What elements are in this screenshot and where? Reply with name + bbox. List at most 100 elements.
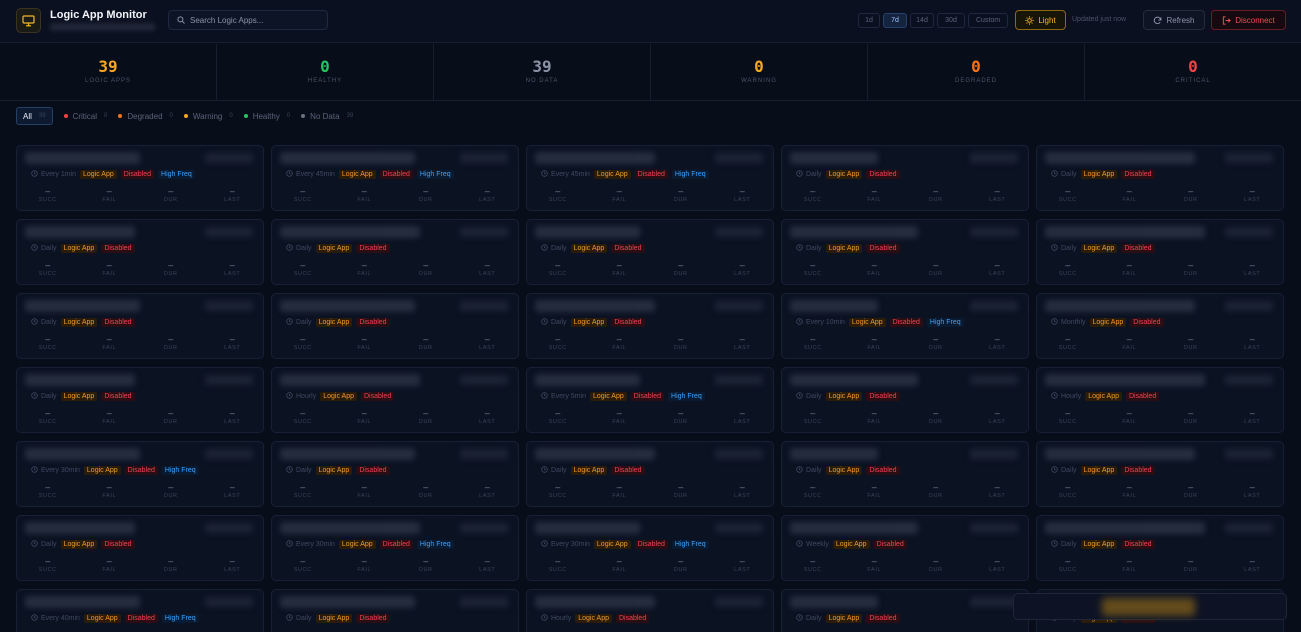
card-metrics: –SUCC–FAIL–DUR–LAST (17, 334, 263, 352)
logic-app-card[interactable]: DailyLogic AppDisabled–SUCC–FAIL–DUR–LAS… (1036, 219, 1284, 285)
metric-value: – (361, 408, 367, 418)
app-meta-redacted (970, 597, 1018, 607)
logic-app-card[interactable]: Every 30min Logic App Disabled High Freq – SU… (271, 515, 519, 581)
logic-app-card[interactable]: DailyLogic AppDisabled–SUCC–FAIL–DUR–LAS… (271, 589, 519, 632)
card-tags: Hourly Logic App Disabled (286, 392, 395, 401)
metric-value: – (423, 334, 429, 344)
schedule-label: Daily (551, 319, 567, 326)
metric: –FAIL (334, 556, 396, 574)
logic-app-card[interactable]: Every 10min Logic App Disabled High Freq – SU… (781, 293, 1029, 359)
logic-app-card[interactable]: DailyLogic AppDisabled–SUCC–FAIL–DUR–LAS… (16, 515, 264, 581)
theme-toggle-button[interactable]: Light (1015, 10, 1066, 30)
clock-icon (541, 170, 548, 179)
filter-all[interactable]: All 39 (16, 107, 53, 125)
logic-app-card[interactable]: Every 40minLogic AppDisabledHigh Freq–SU… (16, 589, 264, 632)
logic-app-card[interactable]: DailyLogic AppDisabled–SUCC–FAIL–DUR–LAS… (1036, 515, 1284, 581)
refresh-button[interactable]: Refresh (1143, 10, 1205, 30)
metric-value: – (300, 556, 306, 566)
logic-app-card[interactable]: DailyLogic AppDisabled–SUCC–FAIL–DUR–LAS… (16, 219, 264, 285)
logic-app-card[interactable]: Every 45min Logic App Disabled High Freq – SU… (271, 145, 519, 211)
app-meta-redacted (970, 375, 1018, 385)
logic-app-card[interactable]: HourlyLogic AppDisabled–SUCC–FAIL–DUR–LA… (1036, 367, 1284, 433)
metric: –SUCC (272, 187, 334, 204)
metric-value: – (45, 408, 51, 418)
metric: –FAIL (1099, 187, 1161, 204)
card-tags: DailyLogic AppDisabled (1051, 170, 1155, 179)
tag-logic-app: Logic App (1080, 244, 1118, 253)
tag-disabled: Disabled (356, 318, 390, 327)
metric: –DUR (140, 335, 202, 352)
logic-app-card[interactable]: DailyLogic AppDisabled–SUCC–FAIL–DUR–LAS… (1036, 441, 1284, 507)
logic-app-card[interactable]: Every 1min Logic App Disabled High Freq – SUC… (16, 145, 264, 211)
logic-app-card[interactable]: Every 45min Logic App Disabled High Freq – SU… (526, 145, 774, 211)
metric-value: – (229, 260, 235, 270)
logic-app-card[interactable]: Monthly Logic App Disabled – SUCC – FAIL – DUR – L… (1036, 293, 1284, 359)
logic-app-card[interactable]: DailyLogic AppDisabled–SUCC–FAIL–DUR–LAS… (526, 219, 774, 285)
metric-value: – (361, 482, 367, 492)
range-1d-button[interactable]: 1d (858, 13, 880, 28)
schedule-label: Daily (41, 319, 57, 326)
logic-app-card[interactable]: HourlyLogic AppDisabled–SUCC–FAIL–DUR–LA… (526, 589, 774, 632)
metric-value: – (106, 334, 112, 344)
metric-label: FAIL (612, 493, 627, 499)
logic-app-card[interactable]: DailyLogic AppDisabled–SUCC–FAIL–DUR–LAS… (781, 441, 1029, 507)
metric-label: SUCC (548, 345, 567, 351)
logic-app-card[interactable]: DailyLogic AppDisabled–SUCC–FAIL–DUR–LAS… (16, 293, 264, 359)
logic-app-card[interactable]: DailyLogic AppDisabled–SUCC–FAIL–DUR–LAS… (781, 589, 1029, 632)
app-name-redacted (25, 596, 140, 608)
metric: –FAIL (79, 261, 141, 278)
logic-app-card[interactable]: DailyLogic AppDisabled–SUCC–FAIL–DUR–LAS… (526, 441, 774, 507)
monitor-icon (16, 8, 41, 33)
filter-warning[interactable]: Warning 0 (183, 107, 233, 125)
metric: –LAST (202, 260, 264, 278)
logic-app-card[interactable]: DailyLogic AppDisabled–SUCC–FAIL–DUR–LAS… (271, 219, 519, 285)
logic-app-card[interactable]: DailyLogic AppDisabled–SUCC–FAIL–DUR–LAS… (781, 145, 1029, 211)
logic-app-card[interactable]: DailyLogic AppDisabled –SUCC–FAIL–DUR–LAS… (271, 293, 519, 359)
logic-app-card[interactable]: DailyLogic AppDisabled–SUCC–FAIL–DUR–LAS… (781, 367, 1029, 433)
logic-app-card[interactable]: DailyLogic AppDisabled–SUCC–FAIL–DUR–LAS… (1036, 145, 1284, 211)
logic-app-card[interactable]: DailyLogic AppDisabled–SUCC–FAIL–DUR–LAS… (16, 367, 264, 433)
metric-label: FAIL (867, 493, 882, 499)
search-input[interactable] (190, 15, 320, 25)
range-7d-button[interactable]: 7d (883, 13, 907, 28)
theme-toggle-label: Light (1038, 15, 1056, 25)
range-30d-button[interactable]: 30d (937, 13, 965, 28)
app-meta-redacted (1225, 375, 1273, 385)
range-custom-button[interactable]: Custom (968, 13, 1008, 28)
metric-value: – (229, 334, 235, 344)
logic-app-card[interactable]: HourlyLogic AppDisabled–SUCC–FAIL–DUR–LA… (271, 367, 519, 433)
logic-app-card[interactable]: DailyLogic AppDisabled–SUCC–FAIL–DUR–LAS… (526, 293, 774, 359)
logic-app-card[interactable]: Every 5min Logic App Disabled High Freq – SUC… (526, 367, 774, 433)
logic-app-card[interactable]: Every 30min Logic App Disabled High Freq – SU… (16, 441, 264, 507)
filter-healthy[interactable]: Healthy 0 (243, 107, 290, 125)
filter-degraded[interactable]: Degraded 0 (118, 107, 173, 125)
app-name-redacted (1045, 374, 1205, 386)
metric: –SUCC (272, 556, 334, 574)
metric-value: – (45, 482, 51, 492)
card-metrics: –SUCC–FAIL–DUR–LAST (527, 409, 773, 426)
app-meta-redacted (1225, 301, 1273, 311)
disconnect-button[interactable]: Disconnect (1211, 10, 1286, 30)
logic-app-card[interactable]: DailyLogic AppDisabled–SUCC–FAIL–DUR–LAS… (271, 441, 519, 507)
metric-value: – (361, 556, 367, 566)
metric-value: – (810, 260, 816, 270)
card-tags: DailyLogic AppDisabled (31, 244, 135, 253)
card-metrics: –SUCC–FAIL–DUR–LAST (272, 334, 518, 352)
app-meta-redacted (1225, 523, 1273, 533)
card-tags: DailyLogic AppDisabled (286, 318, 390, 327)
search-box[interactable] (168, 10, 328, 30)
filter-no-data[interactable]: No Data 39 (301, 107, 353, 125)
filter-critical[interactable]: Critical 0 (63, 107, 107, 125)
logic-app-card[interactable]: DailyLogic AppDisabled–SUCC–FAIL–DUR–LAS… (781, 219, 1029, 285)
metric: –FAIL (1099, 261, 1161, 278)
clock-icon (796, 540, 803, 549)
range-14d-button[interactable]: 14d (910, 13, 934, 28)
metric-value: – (555, 334, 561, 344)
app-meta-redacted (205, 449, 253, 459)
app-name-redacted (25, 300, 140, 312)
logic-app-card[interactable]: Every 30min Logic App Disabled High Freq – SU… (526, 515, 774, 581)
metric-value: – (1065, 186, 1071, 196)
logic-app-card[interactable]: Weekly Logic App Disabled – SUCC – FAIL – DUR – LA… (781, 515, 1029, 581)
tag-logic-app: Logic App (570, 466, 608, 475)
metric: –SUCC (17, 482, 79, 500)
